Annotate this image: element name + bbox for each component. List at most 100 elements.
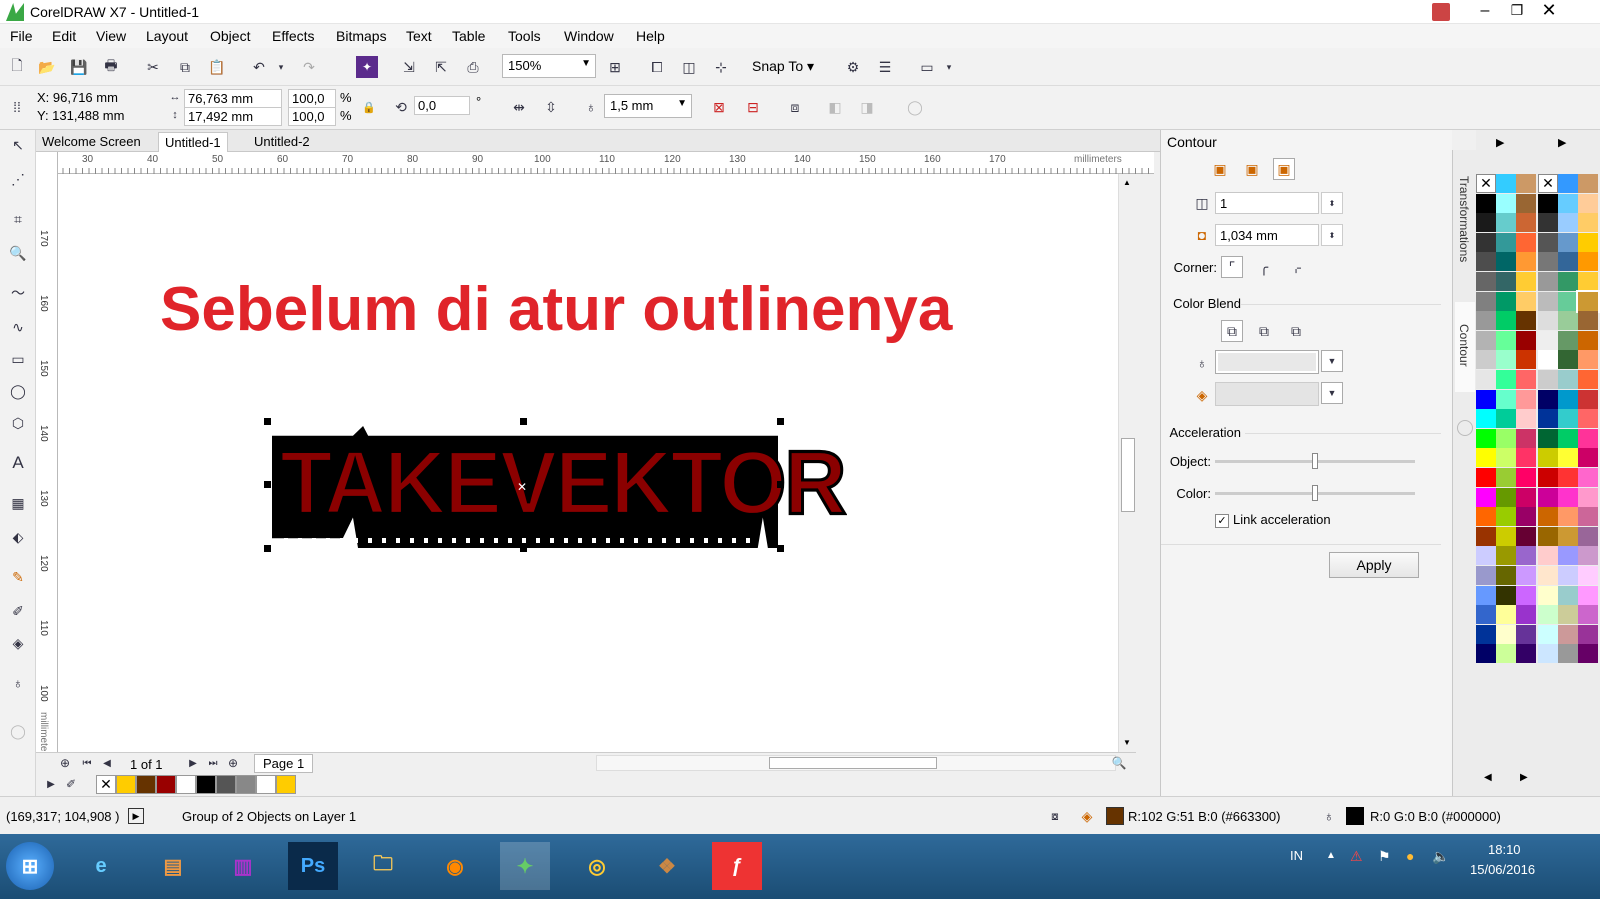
cut-icon[interactable]: ✂	[142, 56, 164, 78]
color-swatch[interactable]	[1496, 487, 1516, 507]
outline-tool-icon[interactable]: ◯	[7, 720, 29, 742]
color-swatch[interactable]	[1476, 546, 1496, 566]
no-color-swatch[interactable]: ✕	[96, 775, 116, 794]
rectangle-tool-icon[interactable]: ▭	[7, 348, 29, 370]
align-distribute-icon[interactable]: ⧈	[784, 96, 806, 118]
color-swatch[interactable]	[1558, 370, 1578, 389]
color-swatch[interactable]	[1496, 174, 1516, 193]
color-swatch[interactable]	[1538, 487, 1558, 507]
color-swatch[interactable]	[1558, 389, 1578, 409]
object-origin-icon[interactable]: ⁞⁞	[6, 96, 28, 118]
color-swatch[interactable]	[1516, 566, 1536, 585]
object-acceleration-slider[interactable]	[1215, 453, 1415, 469]
color-swatch[interactable]	[1538, 272, 1558, 291]
color-swatch[interactable]	[1476, 468, 1496, 487]
color-swatch[interactable]	[1476, 232, 1496, 252]
color-swatch[interactable]	[1476, 350, 1496, 370]
color-swatch[interactable]	[1558, 232, 1578, 252]
color-swatch[interactable]	[1558, 272, 1578, 291]
menu-table[interactable]: Table	[452, 28, 485, 44]
color-swatch[interactable]	[1516, 174, 1536, 193]
search-content-icon[interactable]: ✦	[356, 56, 378, 78]
paste-icon[interactable]: 📋	[206, 56, 228, 78]
color-swatch[interactable]	[1516, 193, 1536, 213]
color-swatch[interactable]	[1578, 174, 1598, 193]
menu-help[interactable]: Help	[636, 28, 665, 44]
color-swatch[interactable]	[1538, 213, 1558, 233]
palette-arrow-icon[interactable]: ▶	[40, 774, 62, 794]
color-swatch[interactable]	[1558, 624, 1578, 644]
scale-x-field[interactable]: 100,0	[288, 89, 336, 108]
color-swatch[interactable]	[1558, 507, 1578, 527]
drawing-canvas[interactable]: Sebelum di atur outlinenya TAKEVEKTOR ✕	[58, 174, 1118, 752]
color-swatch[interactable]	[1516, 311, 1536, 331]
color-swatch[interactable]	[1496, 232, 1516, 252]
undo-dropdown-icon[interactable]: ▾	[270, 56, 292, 78]
color-swatch[interactable]	[1476, 448, 1496, 468]
color-swatch[interactable]	[1496, 252, 1516, 272]
contour-tab[interactable]: Contour	[1455, 302, 1475, 392]
circle-icon[interactable]	[1457, 420, 1473, 436]
color-swatch[interactable]	[1538, 389, 1558, 409]
last-page-icon[interactable]: ⏭	[202, 753, 224, 773]
color-swatch[interactable]	[1578, 193, 1598, 213]
color-swatch[interactable]	[1578, 605, 1598, 625]
color-swatch[interactable]	[1516, 291, 1536, 311]
new-icon[interactable]: 🗋	[6, 56, 28, 78]
color-swatch[interactable]	[1496, 507, 1516, 527]
color-swatch[interactable]	[1578, 389, 1598, 409]
no-color-swatch[interactable]: ✕	[1476, 174, 1496, 193]
color-swatch[interactable]	[1578, 644, 1598, 664]
zoom-navigator-icon[interactable]: 🔍	[1108, 753, 1130, 773]
to-center-icon[interactable]: ▣	[1209, 158, 1231, 180]
tray-expand-icon[interactable]: ▲	[1326, 850, 1336, 861]
show-rulers-icon[interactable]: ◫	[678, 56, 700, 78]
color-swatch[interactable]	[1558, 213, 1578, 233]
interactive-tool-icon[interactable]: ✎	[7, 566, 29, 588]
color-swatch[interactable]	[1558, 487, 1578, 507]
color-swatch[interactable]	[1496, 428, 1516, 448]
color-swatch[interactable]	[1476, 526, 1496, 546]
ungroup-all-icon[interactable]: ⊟	[742, 96, 764, 118]
menu-layout[interactable]: Layout	[146, 28, 188, 44]
no-color-swatch[interactable]: ✕	[1538, 174, 1558, 193]
color-swatch[interactable]	[1516, 272, 1536, 291]
color-swatch[interactable]	[1496, 370, 1516, 389]
color-swatch[interactable]	[1476, 213, 1496, 233]
inside-icon[interactable]: ▣	[1241, 158, 1263, 180]
palette-scroll-left-icon[interactable]: ◀	[1484, 772, 1492, 783]
fill-color-select[interactable]	[1215, 382, 1319, 406]
menu-object[interactable]: Object	[210, 28, 250, 44]
winrar-icon[interactable]: ▥	[218, 842, 268, 890]
color-swatch[interactable]	[1516, 350, 1536, 370]
color-swatch[interactable]	[1516, 507, 1536, 527]
menu-text[interactable]: Text	[406, 28, 432, 44]
language-indicator[interactable]: IN	[1290, 848, 1303, 863]
scroll-thumb[interactable]	[1121, 438, 1135, 512]
color-swatch[interactable]	[1538, 311, 1558, 331]
color-swatch[interactable]	[1578, 468, 1598, 487]
polygon-tool-icon[interactable]: ⬡	[7, 412, 29, 434]
eyedropper-icon[interactable]: ✐	[60, 774, 82, 794]
books-icon[interactable]: ▤	[148, 842, 198, 890]
width-field[interactable]: 76,763 mm	[184, 89, 282, 108]
color-swatch[interactable]	[1516, 468, 1536, 487]
customize-icon[interactable]: ▭	[916, 56, 938, 78]
mirror-vertical-icon[interactable]: ⇳	[540, 96, 562, 118]
vertical-ruler[interactable]: 170 160 150 140 130 120 110 100 millimet…	[36, 152, 58, 772]
color-swatch[interactable]	[1516, 389, 1536, 409]
palette-scroll-right-icon[interactable]: ▶	[1520, 772, 1528, 783]
steps-field[interactable]: 1	[1215, 192, 1319, 214]
application-launcher-icon[interactable]: ☰	[874, 56, 896, 78]
color-swatch[interactable]	[1576, 289, 1600, 313]
menu-view[interactable]: View	[96, 28, 126, 44]
zoom-select[interactable]: 150% ▼	[502, 54, 596, 78]
color-swatch[interactable]	[1578, 526, 1598, 546]
color-acceleration-slider[interactable]	[1215, 485, 1415, 501]
customize-dropdown-icon[interactable]: ▾	[938, 56, 960, 78]
show-grid-icon[interactable]: ⊹	[710, 56, 732, 78]
color-swatch[interactable]	[1496, 311, 1516, 331]
color-swatch[interactable]	[1538, 232, 1558, 252]
color-swatch[interactable]	[1496, 566, 1516, 585]
color-swatch[interactable]	[1538, 546, 1558, 566]
